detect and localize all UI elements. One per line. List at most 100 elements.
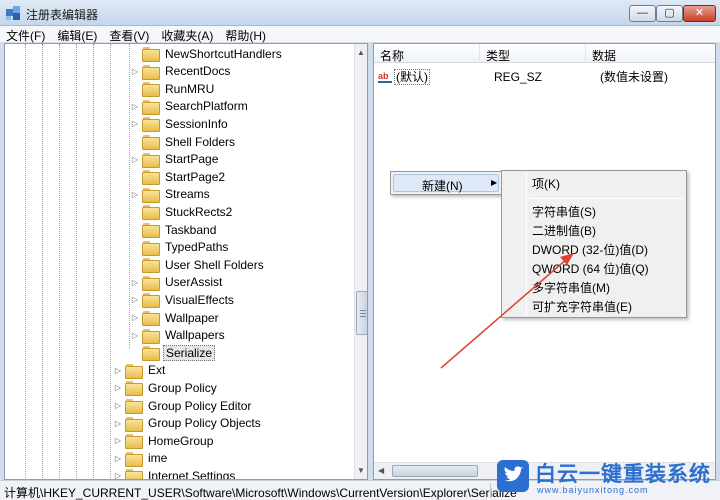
tree-item[interactable]: ▷ RecentDocs <box>130 63 232 80</box>
scroll-left-arrow-icon[interactable]: ◀ <box>378 466 384 475</box>
expand-arrow-icon[interactable]: ▷ <box>113 366 123 375</box>
tree-item-label: VisualEffects <box>165 292 234 307</box>
tree-item[interactable]: ▷ Ext <box>113 362 167 379</box>
menu-bar: 文件(F) 编辑(E) 查看(V) 收藏夹(A) 帮助(H) <box>0 26 720 43</box>
tree-item[interactable]: TypedPaths <box>130 239 230 256</box>
folder-icon <box>142 223 160 238</box>
context-menu-new[interactable]: 新建(N) ▶ <box>393 174 499 193</box>
submenu-item-multistring[interactable]: 多字符串值(M) <box>532 279 610 296</box>
status-separator <box>490 483 491 498</box>
tree-item[interactable]: ▷ StartPage <box>130 151 220 168</box>
tree-item[interactable]: ▷ VisualEffects <box>130 291 236 309</box>
list-row[interactable]: ab (默认) REG_SZ (数值未设置) <box>378 68 668 85</box>
folder-icon <box>142 258 160 274</box>
menu-file[interactable]: 文件(F) <box>0 26 51 43</box>
string-value-icon: ab <box>378 71 392 83</box>
tree-item[interactable]: ▷ Internet Settings <box>113 467 237 480</box>
folder-icon <box>125 363 143 379</box>
tree-item[interactable]: ▷ UserAssist <box>130 274 224 291</box>
tree-item[interactable]: ▷ Streams <box>130 186 212 203</box>
submenu-arrow-icon: ▶ <box>491 178 498 187</box>
column-header-name[interactable]: 名称 <box>374 44 480 63</box>
value-name-cell: (默认) <box>394 68 494 85</box>
submenu-item-string[interactable]: 字符串值(S) <box>532 203 596 220</box>
tree-guide-line <box>93 44 94 479</box>
tree-item[interactable]: ▷ Wallpaper <box>130 309 221 326</box>
folder-icon <box>142 47 160 62</box>
expand-arrow-icon[interactable]: ▷ <box>113 383 123 392</box>
expand-arrow-icon[interactable]: ▷ <box>130 295 140 304</box>
thumb-grip-icon <box>360 316 366 317</box>
expand-arrow-icon[interactable]: ▷ <box>113 471 123 479</box>
tree-guide-line <box>76 44 77 479</box>
scroll-down-arrow-icon[interactable]: ▼ <box>357 466 365 475</box>
submenu-item-binary[interactable]: 二进制值(B) <box>532 222 596 239</box>
expand-arrow-icon[interactable]: ▷ <box>113 401 123 410</box>
tree-item[interactable]: ▷ ime <box>113 450 169 467</box>
submenu-item-dword[interactable]: DWORD (32-位)值(D) <box>532 241 648 258</box>
context-menu-new-label: 新建(N) <box>422 179 463 193</box>
submenu-item-key[interactable]: 项(K) <box>532 175 560 192</box>
tree-item[interactable]: RunMRU <box>130 80 216 98</box>
tree-item-label: UserAssist <box>165 275 223 290</box>
folder-icon <box>142 311 160 326</box>
submenu-item-qword[interactable]: QWORD (64 位)值(Q) <box>532 260 649 277</box>
tree-item[interactable]: ▷ SessionInfo <box>130 115 230 133</box>
tree-guide-line <box>110 44 111 479</box>
folder-icon <box>142 99 160 115</box>
tree-item[interactable]: ▷ Wallpapers <box>130 327 227 344</box>
expand-arrow-icon[interactable]: ▷ <box>113 454 123 463</box>
submenu-item-expandable-string[interactable]: 可扩充字符串值(E) <box>532 298 632 315</box>
tree-item[interactable]: User Shell Folders <box>130 256 266 274</box>
expand-arrow-icon[interactable]: ▷ <box>130 278 140 287</box>
tree-item[interactable]: StuckRects2 <box>130 203 234 221</box>
menu-view[interactable]: 查看(V) <box>103 26 155 43</box>
column-header-type[interactable]: 类型 <box>480 44 586 63</box>
tree-item[interactable]: Shell Folders <box>130 133 237 150</box>
tree-vertical-scrollbar[interactable]: ▲ ▼ <box>354 44 367 479</box>
expand-arrow-icon[interactable]: ▷ <box>113 419 123 428</box>
tree-item[interactable]: ▷ SearchPlatform <box>130 98 250 115</box>
tree-item[interactable]: Taskband <box>130 221 218 238</box>
expand-arrow-icon[interactable]: ▷ <box>130 102 140 111</box>
maximize-button[interactable]: ▢ <box>656 5 683 22</box>
expand-arrow-icon[interactable]: ▷ <box>130 155 140 164</box>
menu-help[interactable]: 帮助(H) <box>219 26 272 43</box>
expand-arrow-icon[interactable]: ▷ <box>130 190 140 199</box>
menu-edit[interactable]: 编辑(E) <box>51 26 103 43</box>
tree-item[interactable]: StartPage2 <box>130 168 227 186</box>
expand-arrow-icon[interactable]: ▷ <box>130 331 140 340</box>
folder-icon <box>142 205 160 221</box>
folder-icon <box>125 416 143 432</box>
folder-icon <box>125 399 143 414</box>
folder-icon <box>125 451 143 467</box>
expand-arrow-icon[interactable]: ▷ <box>130 313 140 322</box>
tree-item-label: StartPage2 <box>165 169 226 184</box>
tree-item[interactable]: NewShortcutHandlers <box>130 45 284 62</box>
folder-icon <box>125 469 143 479</box>
tree-item[interactable]: Serialize <box>130 344 216 362</box>
expand-arrow-icon[interactable]: ▷ <box>130 67 140 76</box>
tree-scroll-thumb[interactable] <box>356 291 367 335</box>
menu-gutter <box>526 173 527 315</box>
tree-item-label: Internet Settings <box>148 468 236 480</box>
expand-arrow-icon[interactable]: ▷ <box>130 119 140 128</box>
tree-item[interactable]: ▷ HomeGroup <box>113 432 215 450</box>
registry-tree-pane[interactable]: NewShortcutHandlers ▷ RecentDocs RunMRU ▷ Sea… <box>4 43 368 480</box>
tree-item[interactable]: ▷ Group Policy <box>113 379 219 397</box>
close-button[interactable]: ✕ <box>683 5 716 22</box>
tree-item[interactable]: ▷ Group Policy Editor <box>113 397 253 414</box>
minimize-button[interactable]: — <box>629 5 656 22</box>
expand-arrow-icon[interactable]: ▷ <box>113 436 123 445</box>
tree-item-label: RunMRU <box>165 81 215 96</box>
folder-icon <box>142 135 160 150</box>
tree-guide-line <box>25 44 26 479</box>
scroll-up-arrow-icon[interactable]: ▲ <box>357 48 365 57</box>
column-header-data[interactable]: 数据 <box>586 44 715 63</box>
folder-icon <box>142 117 160 133</box>
menu-separator <box>530 198 684 199</box>
menu-favorites[interactable]: 收藏夹(A) <box>155 26 219 43</box>
list-hscroll-thumb[interactable] <box>392 465 478 477</box>
tree-item[interactable]: ▷ Group Policy Objects <box>113 415 263 432</box>
tree-item-label: Group Policy <box>148 380 217 395</box>
